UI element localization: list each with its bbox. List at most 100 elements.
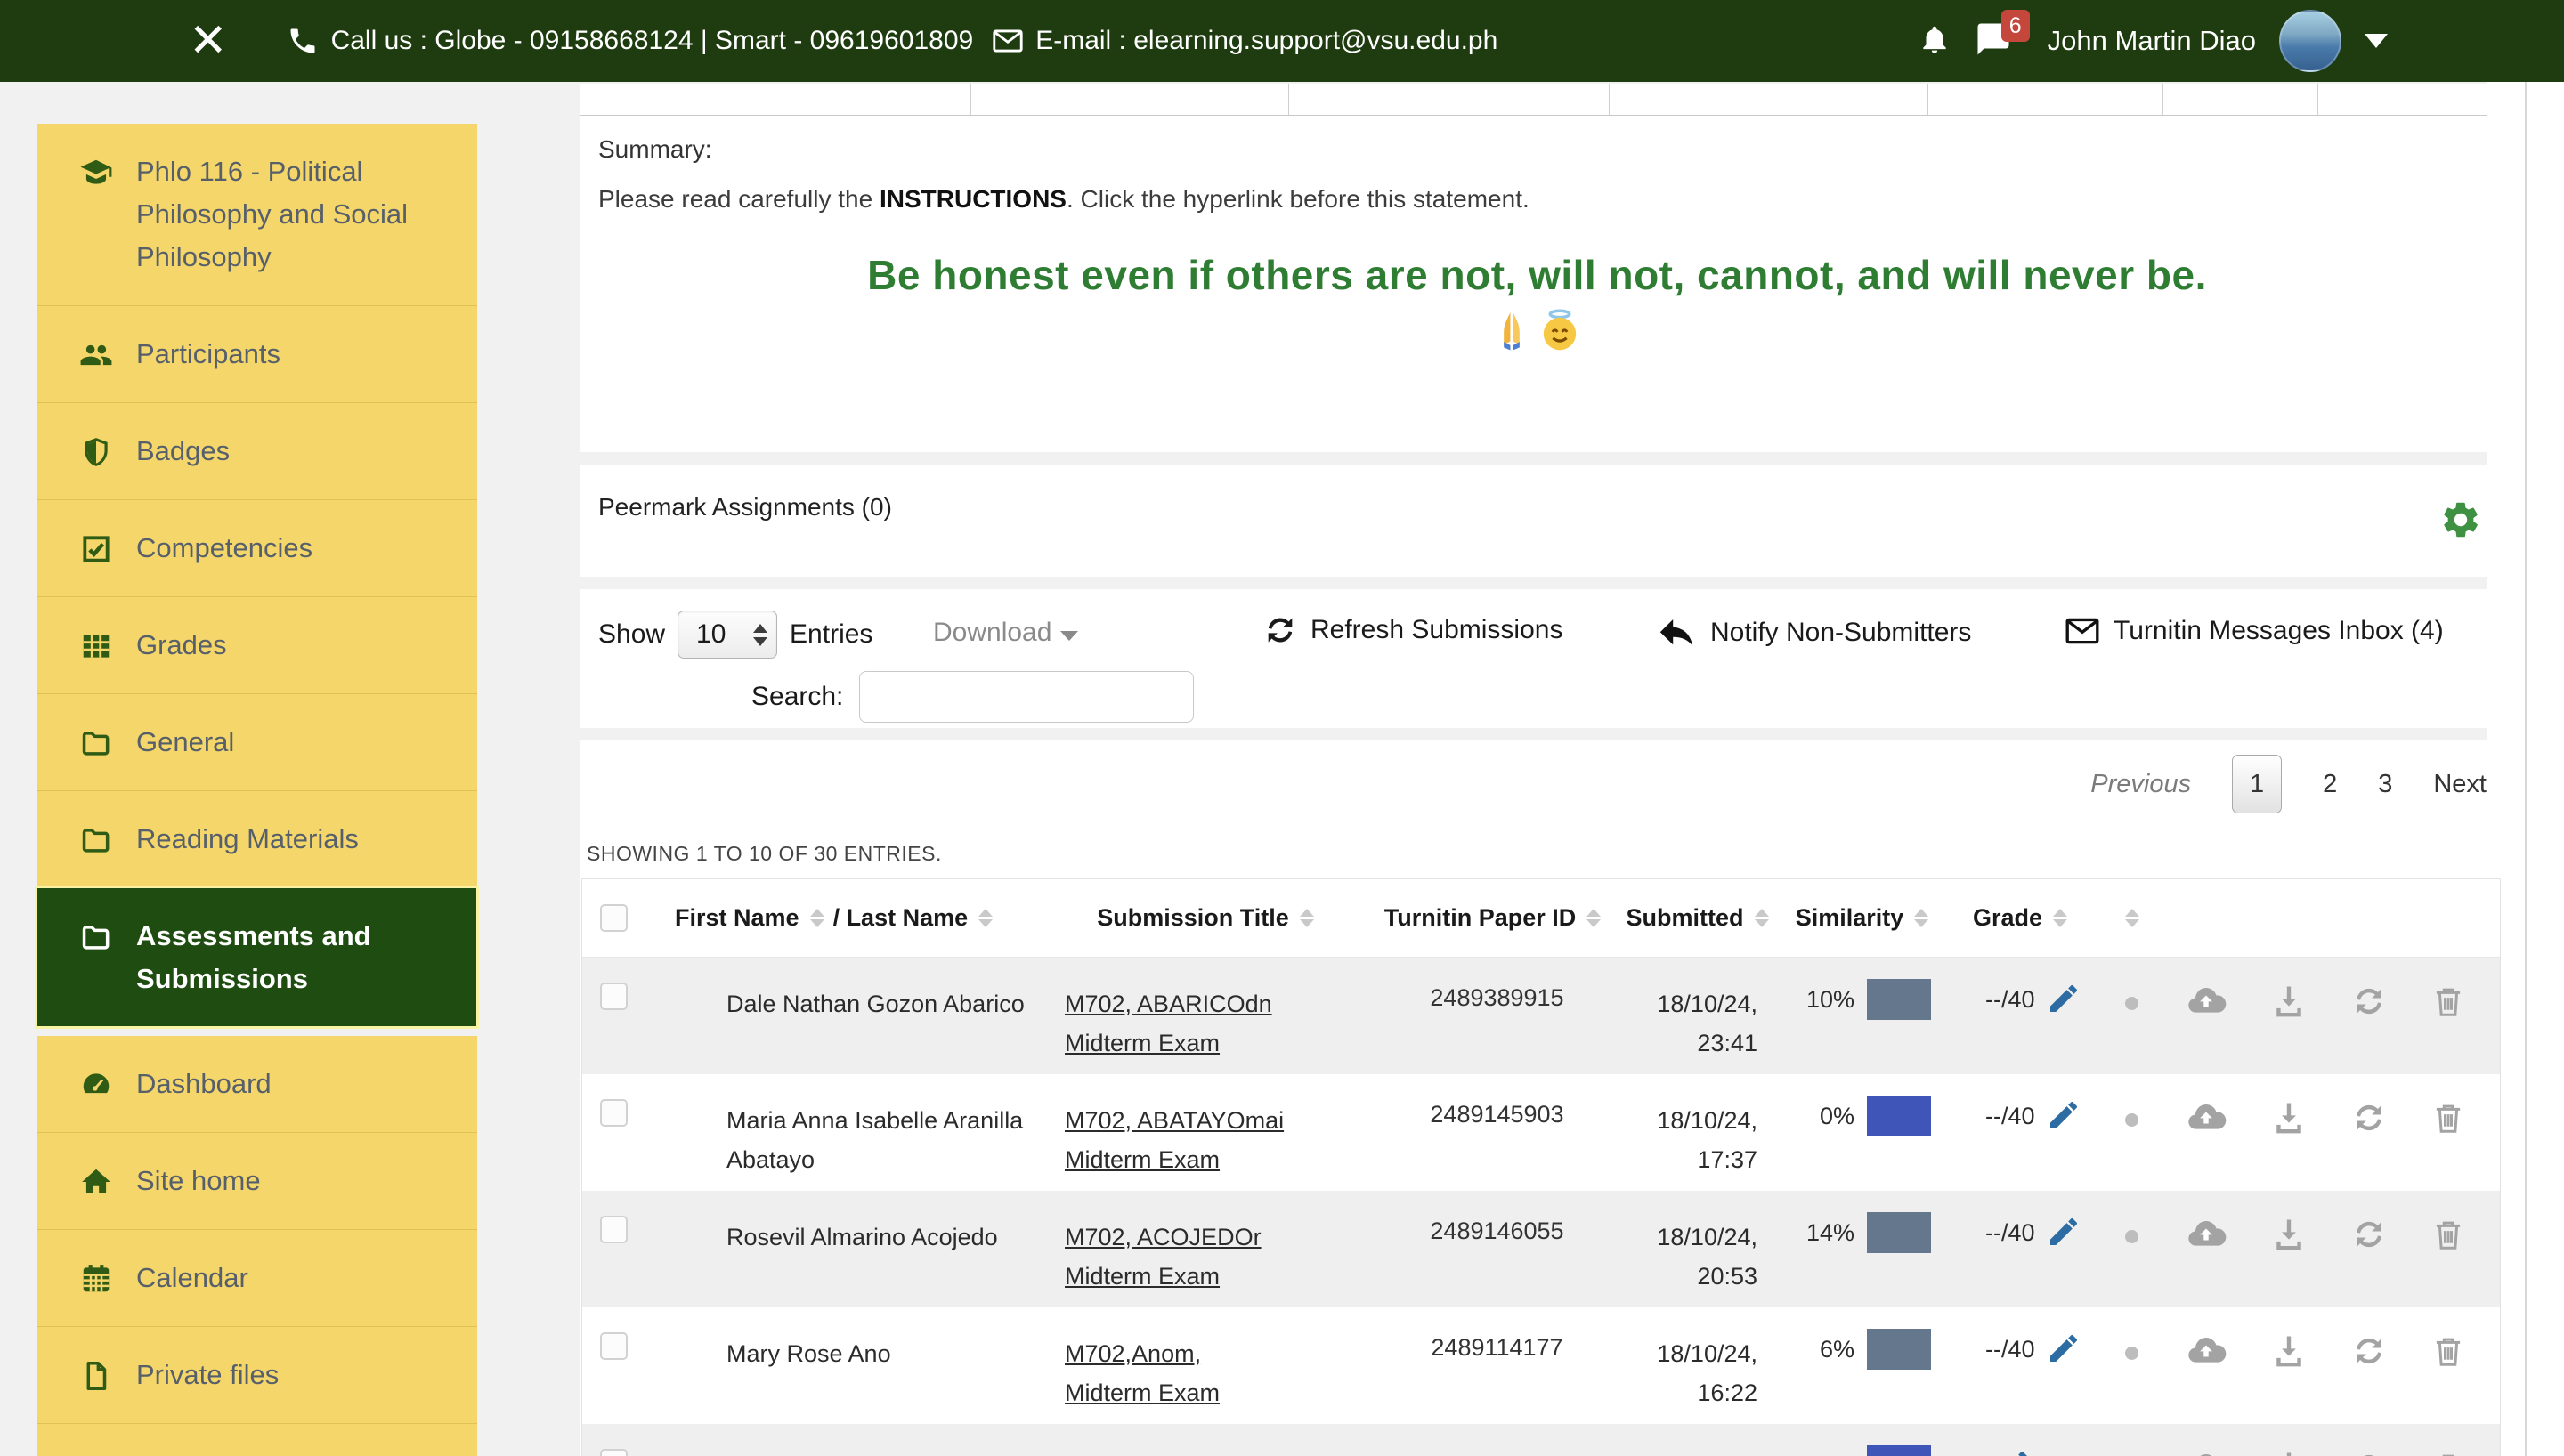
- pagination-previous[interactable]: Previous: [2090, 770, 2191, 799]
- cloud-upload-icon[interactable]: [2185, 981, 2227, 1022]
- similarity-cell: 0%: [1784, 1074, 1949, 1191]
- cloud-upload-icon[interactable]: [2185, 1447, 2227, 1456]
- sort-icon[interactable]: [1300, 909, 1314, 927]
- avatar[interactable]: [2279, 10, 2341, 72]
- sort-icon[interactable]: [1914, 909, 1928, 927]
- similarity-color-block[interactable]: [1867, 979, 1931, 1020]
- pagination-page-1[interactable]: 1: [2232, 755, 2282, 813]
- pencil-icon[interactable]: [1996, 1447, 2032, 1456]
- sidebar-item-reading-materials[interactable]: Reading Materials: [37, 790, 477, 887]
- sidebar-item-content-bank[interactable]: Content bank: [37, 1423, 477, 1456]
- pencil-icon[interactable]: [2046, 1331, 2081, 1366]
- refresh-icon[interactable]: [2350, 1331, 2388, 1371]
- notify-non-submitters-button[interactable]: Notify Non-Submitters: [1657, 612, 1971, 653]
- download-icon[interactable]: [2269, 981, 2308, 1022]
- download-icon[interactable]: [2269, 1447, 2308, 1456]
- similarity-color-block[interactable]: [1867, 1445, 1931, 1456]
- sidebar-item-general[interactable]: General: [37, 693, 477, 790]
- user-name[interactable]: John Martin Diao: [2048, 25, 2256, 57]
- trash-icon[interactable]: [2430, 1447, 2467, 1456]
- table-row: Mary Rose Ano M702,Anom, Midterm Exam 24…: [582, 1307, 2500, 1424]
- turnitin-inbox-button[interactable]: Turnitin Messages Inbox (4): [2064, 612, 2444, 650]
- similarity-color-block[interactable]: [1867, 1212, 1931, 1253]
- pencil-icon[interactable]: [2046, 981, 2081, 1016]
- submitted-cell: 18/10/24,17:37: [1619, 1074, 1784, 1191]
- cloud-upload-icon[interactable]: [2185, 1214, 2227, 1255]
- pagination-page-2[interactable]: 2: [2323, 770, 2337, 799]
- similarity-color-block[interactable]: [1867, 1096, 1931, 1136]
- submitted-cell: 18/10/24,16:22: [1619, 1307, 1784, 1424]
- trash-icon[interactable]: [2430, 1097, 2467, 1138]
- row-checkbox[interactable]: [600, 1332, 628, 1360]
- search-control: Search:: [751, 671, 1194, 723]
- submission-title-link[interactable]: M702, ABARICOdn Midterm Exam: [1065, 984, 1292, 1063]
- trash-icon[interactable]: [2430, 981, 2467, 1022]
- grade-cell: --/40: [1949, 958, 2100, 1074]
- gear-icon[interactable]: [2439, 498, 2482, 546]
- row-checkbox[interactable]: [600, 1449, 628, 1456]
- phone-icon: [287, 25, 319, 57]
- similarity-percent: 14%: [1806, 1219, 1854, 1247]
- row-checkbox[interactable]: [600, 983, 628, 1010]
- similarity-color-block[interactable]: [1867, 1329, 1931, 1370]
- trash-icon[interactable]: [2430, 1214, 2467, 1255]
- download-icon[interactable]: [2269, 1214, 2308, 1255]
- sidebar-item-assessments-and-submissions[interactable]: Assessments and Submissions: [37, 887, 477, 1027]
- sort-icon[interactable]: [2053, 909, 2067, 927]
- sidebar-item-label: General: [136, 721, 234, 764]
- bell-icon[interactable]: [1918, 22, 1951, 61]
- submitted-cell: [1619, 1424, 1784, 1456]
- sidebar-item-competencies[interactable]: Competencies: [37, 499, 477, 596]
- pencil-icon[interactable]: [2046, 1097, 2081, 1133]
- pagination-page-3[interactable]: 3: [2378, 770, 2392, 799]
- sort-icon[interactable]: [978, 909, 993, 927]
- pagination-next[interactable]: Next: [2433, 770, 2487, 799]
- tab-strip-cell: [2318, 84, 2487, 115]
- submission-title-link[interactable]: M702, ABATAYOmai Midterm Exam: [1065, 1101, 1292, 1179]
- entries-label: Entries: [790, 619, 872, 650]
- refresh-icon[interactable]: [2350, 981, 2388, 1022]
- pencil-icon[interactable]: [2046, 1214, 2081, 1250]
- showing-entries-text: SHOWING 1 TO 10 OF 30 ENTRIES.: [587, 842, 2503, 866]
- cloud-upload-icon[interactable]: [2185, 1097, 2227, 1138]
- status-dot-cell: [2100, 958, 2162, 1074]
- row-checkbox[interactable]: [600, 1216, 628, 1243]
- sort-icon[interactable]: [1755, 909, 1769, 927]
- instructions-link[interactable]: INSTRUCTIONS: [880, 185, 1067, 213]
- close-icon[interactable]: ✕: [189, 18, 228, 64]
- select-all-checkbox[interactable]: [600, 904, 628, 932]
- chevron-down-icon[interactable]: [2365, 34, 2388, 48]
- submission-title-link[interactable]: M702, ACOJEDOr Midterm Exam: [1065, 1217, 1292, 1296]
- submission-title-link[interactable]: M702,Anom, Midterm Exam: [1065, 1334, 1292, 1412]
- search-input[interactable]: [859, 671, 1194, 723]
- sort-icon[interactable]: [2125, 909, 2139, 927]
- sidebar-item-site-home[interactable]: Site home: [37, 1132, 477, 1229]
- download-dropdown[interactable]: Download: [933, 618, 1078, 648]
- trash-icon[interactable]: [2430, 1331, 2467, 1371]
- sidebar-item-participants[interactable]: Participants: [37, 305, 477, 402]
- sidebar-item-label: Grades: [136, 624, 227, 667]
- cloud-upload-icon[interactable]: [2185, 1331, 2227, 1371]
- refresh-icon[interactable]: [2350, 1447, 2388, 1456]
- download-icon[interactable]: [2269, 1331, 2308, 1371]
- header-checkbox-cell: [582, 904, 653, 932]
- refresh-submissions-button[interactable]: Refresh Submissions: [1262, 612, 1562, 648]
- messages-icon[interactable]: 6: [1975, 20, 2012, 62]
- sidebar-item-private-files[interactable]: Private files: [37, 1326, 477, 1423]
- sort-icon[interactable]: [1586, 909, 1601, 927]
- refresh-icon: [1262, 612, 1298, 648]
- refresh-icon[interactable]: [2350, 1097, 2388, 1138]
- sidebar-item-calendar[interactable]: Calendar: [37, 1229, 477, 1326]
- download-icon[interactable]: [2269, 1097, 2308, 1138]
- refresh-icon[interactable]: [2350, 1214, 2388, 1255]
- sidebar-item-course[interactable]: Phlo 116 - Political Philosophy and Soci…: [37, 124, 477, 305]
- row-checkbox[interactable]: [600, 1099, 628, 1127]
- entries-select[interactable]: 10: [678, 611, 777, 659]
- sidebar-item-grades[interactable]: Grades: [37, 596, 477, 693]
- sort-icon[interactable]: [810, 909, 824, 927]
- sidebar-item-dashboard[interactable]: Dashboard: [37, 1036, 477, 1132]
- sidebar-item-badges[interactable]: Badges: [37, 402, 477, 499]
- submission-title-cell: M702, ACOJEDOr Midterm Exam: [1045, 1191, 1375, 1307]
- grade-value: --/40: [1985, 986, 2035, 1014]
- users-icon: [79, 338, 113, 372]
